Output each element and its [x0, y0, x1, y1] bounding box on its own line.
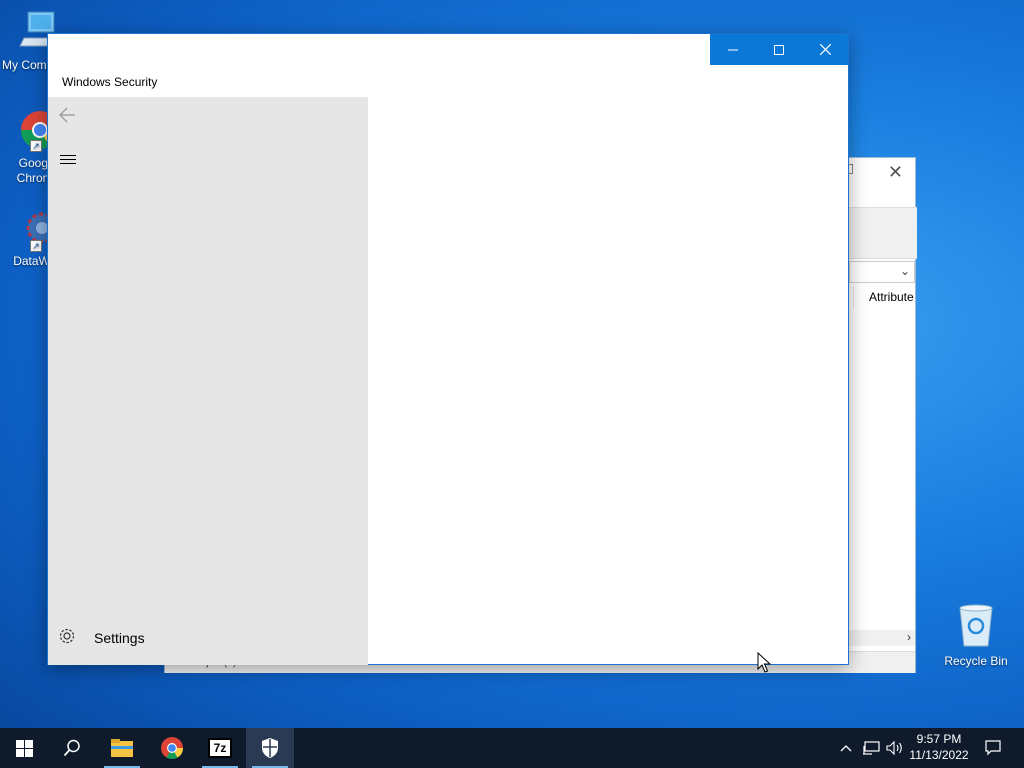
clock-time: 9:57 PM [916, 732, 962, 746]
notification-icon [985, 740, 1001, 756]
file-explorer-icon [111, 739, 133, 757]
hamburger-icon[interactable] [60, 155, 76, 167]
taskbar-file-explorer[interactable] [98, 728, 146, 768]
shortcut-arrow-icon: ↗ [30, 240, 42, 252]
windows-security-window[interactable]: Windows Security Settings [47, 33, 849, 665]
7zip-icon: 7z [208, 738, 232, 758]
search-button[interactable] [48, 728, 96, 768]
ribbon-area [849, 207, 917, 259]
clock-date: 11/13/2022 [909, 748, 969, 762]
desktop-icon-label: Recycle Bin [944, 654, 1008, 668]
network-button[interactable] [860, 728, 882, 768]
volume-button[interactable] [884, 728, 906, 768]
7zip-icon-text: 7z [213, 741, 227, 755]
scroll-right-icon[interactable]: › [907, 630, 911, 644]
desktop-icon-recycle-bin[interactable]: Recycle Bin [940, 602, 1012, 668]
minimize-button[interactable] [710, 34, 756, 65]
close-icon [819, 44, 831, 55]
close-icon[interactable]: ✕ [888, 162, 903, 183]
chevron-up-icon [840, 745, 852, 752]
action-center-button[interactable] [978, 728, 1008, 768]
volume-icon [886, 741, 902, 755]
shortcut-arrow-icon: ↗ [30, 140, 42, 152]
windows-start-icon [15, 739, 33, 757]
column-header-attribute[interactable]: Attribute [853, 286, 917, 308]
gear-icon [58, 627, 76, 650]
mouse-cursor-icon [757, 651, 772, 679]
address-combo[interactable]: ⌄ [849, 261, 915, 283]
settings-nav-item[interactable]: Settings [58, 625, 358, 651]
taskbar: 7z 9:57 PM 11/13/2022 [0, 728, 1024, 768]
start-button[interactable] [0, 728, 48, 768]
show-hidden-icons-button[interactable] [836, 728, 856, 768]
back-arrow-icon[interactable] [58, 106, 80, 128]
shield-icon [262, 738, 278, 758]
taskbar-chrome[interactable] [148, 728, 196, 768]
chevron-down-icon[interactable]: ⌄ [900, 264, 910, 278]
title-bar[interactable] [48, 34, 848, 65]
navigation-pane: Settings [48, 97, 368, 665]
chrome-icon [161, 737, 183, 759]
window-title: Windows Security [62, 75, 158, 89]
maximize-icon [774, 44, 784, 55]
minimize-icon [728, 49, 738, 50]
maximize-button[interactable] [756, 34, 802, 65]
horizontal-scrollbar[interactable]: › [849, 630, 915, 646]
recycle-bin-icon [954, 602, 998, 648]
taskbar-7zip[interactable]: 7z [196, 728, 244, 768]
close-button[interactable] [802, 34, 848, 65]
network-icon [863, 741, 880, 755]
taskbar-windows-security[interactable] [246, 728, 294, 768]
settings-label: Settings [94, 630, 145, 646]
taskbar-clock[interactable]: 9:57 PM 11/13/2022 [904, 731, 974, 763]
search-icon [63, 739, 80, 757]
